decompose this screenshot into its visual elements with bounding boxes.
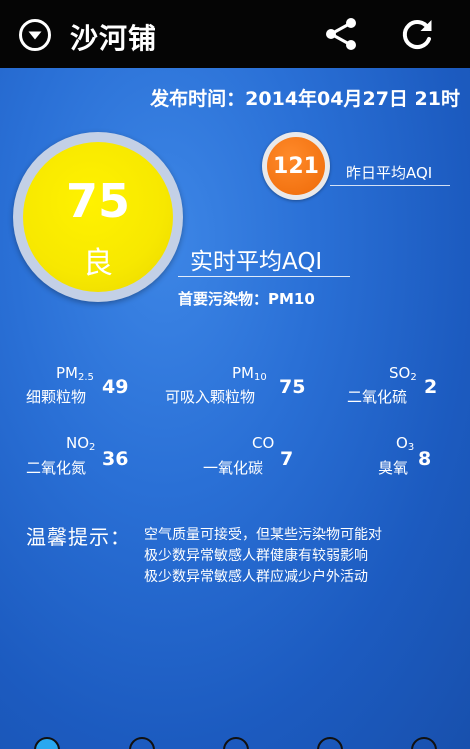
aqi-gauge: 75 良 [13,132,183,302]
page-dot-active [34,737,60,749]
pollutant-value: 49 [102,376,129,398]
page-dot [317,737,343,749]
page-indicator [34,737,437,749]
pollutant-name: NO2 [66,434,96,453]
yesterday-aqi-badge: 121 [262,132,330,200]
pollutant-desc: 细颗粒物 [26,388,87,406]
page-dot [223,737,249,749]
divider [178,276,350,277]
primary-pollutant: 首要污染物：PM10 [178,290,315,308]
yesterday-aqi-label: 昨日平均AQI [346,164,433,182]
page-dot [129,737,155,749]
pollutant-value: 36 [102,448,129,470]
refresh-icon[interactable] [398,16,436,54]
pollutant-name: O3 [396,434,415,453]
pollutant-value: 7 [280,448,294,470]
tips-line: 极少数异常敏感人群应减少户外活动 [144,569,368,585]
pollutant-desc: 臭氧 [378,459,409,477]
yesterday-aqi-value: 121 [267,137,325,195]
tips-line: 极少数异常敏感人群健康有较弱影响 [144,548,368,564]
pollutant-name: PM2.5 [56,364,94,383]
tips-text: 空气质量可接受，但某些污染物可能对 极少数异常敏感人群健康有较弱影响 极少数异常… [144,525,444,588]
pollutant-desc: 二氧化硫 [347,388,408,406]
divider [330,185,450,186]
pollutant-value: 2 [424,376,438,398]
aqi-circle: 75 良 [23,142,173,292]
top-bar: 沙河铺 [0,0,470,68]
publish-time: 发布时间：2014年04月27日 21时 [150,88,460,110]
location-title[interactable]: 沙河铺 [70,17,157,57]
realtime-aqi-title: 实时平均AQI [190,249,323,275]
pollutant-value: 75 [279,376,306,398]
main-panel: 发布时间：2014年04月27日 21时 121 昨日平均AQI 75 良 实时… [0,68,470,749]
tips-line: 空气质量可接受，但某些污染物可能对 [144,527,382,543]
pollutant-name: SO2 [389,364,417,383]
pollutant-desc: 一氧化碳 [203,459,264,477]
pollutant-value: 8 [418,448,432,470]
aqi-level: 良 [83,246,113,281]
chevron-down-circle-icon[interactable] [18,18,52,52]
pollutant-name: PM10 [232,364,267,383]
pollutant-desc: 二氧化氮 [26,459,87,477]
pollutant-name: CO [252,434,275,452]
aqi-value: 75 [65,174,130,228]
share-icon[interactable] [322,15,360,53]
tips-title: 温馨提示： [26,525,131,549]
page-dot [411,737,437,749]
pollutant-desc: 可吸入颗粒物 [165,388,256,406]
